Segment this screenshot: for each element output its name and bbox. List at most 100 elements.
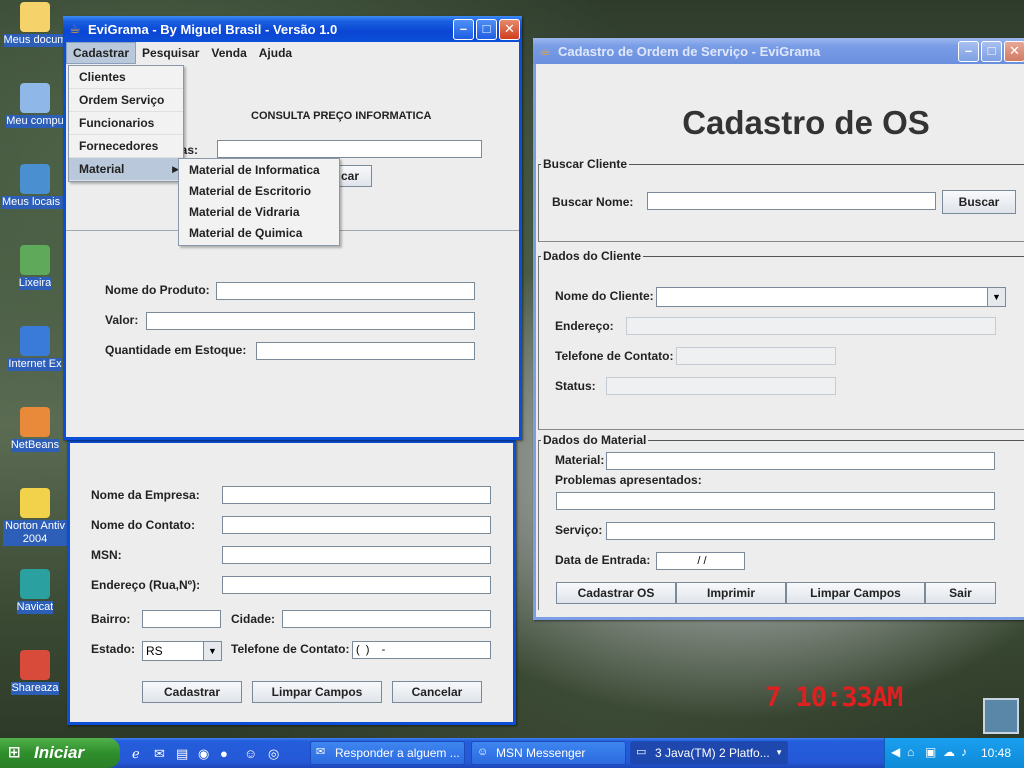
label-endereco: Endereço (Rua,Nº): xyxy=(91,578,201,592)
menu-item-ordem-servico[interactable]: Ordem Serviço xyxy=(69,89,183,112)
desktop-icon[interactable]: Meus locais d xyxy=(2,164,68,212)
buscar-cliente-title: Buscar Cliente xyxy=(541,157,630,171)
tray-speaker-icon[interactable]: ♪ xyxy=(961,745,967,759)
submenu-item-escritorio[interactable]: Material de Escritorio xyxy=(179,181,339,202)
os-window-title: Cadastro de Ordem de Serviço - EviGrama xyxy=(558,43,821,59)
tray-monitor-icon[interactable]: ▣ xyxy=(925,745,936,759)
label-nome-produto: Nome do Produto: xyxy=(105,283,210,297)
menu-pesquisar[interactable]: Pesquisar xyxy=(136,42,205,64)
system-tray: ◀ ⌂ ▣ ☁ ♪ 10:48 xyxy=(884,738,1024,768)
desktop-icon[interactable]: NetBeans xyxy=(2,407,68,455)
valor-input[interactable] xyxy=(146,312,475,330)
desktop-icon[interactable]: Meus docum xyxy=(2,2,68,50)
consulta-header: CONSULTA PREÇO INFORMATICA xyxy=(251,110,432,122)
tray-arrow-icon[interactable]: ◀ xyxy=(891,745,900,759)
cidade-input[interactable] xyxy=(282,610,491,628)
nome-produto-input[interactable] xyxy=(216,282,475,300)
start-button[interactable]: ⊞ Iniciar xyxy=(0,738,120,768)
desktop-icon[interactable]: Shareaza xyxy=(2,650,68,698)
task-responder[interactable]: ✉ Responder a alguem ... xyxy=(310,741,465,765)
nome-cliente-select[interactable]: ▼ xyxy=(656,287,1006,307)
menu-cadastrar[interactable]: Cadastrar xyxy=(66,42,137,64)
maximize-icon[interactable]: □ xyxy=(981,40,1002,62)
msn-input[interactable] xyxy=(222,546,491,564)
material-input[interactable] xyxy=(606,452,995,470)
label-telefone: Telefone de Contato: xyxy=(555,349,674,363)
desktop-app-icon xyxy=(20,650,50,680)
main-titlebar[interactable]: ☕ EviGrama - By Miguel Brasil - Versão 1… xyxy=(63,16,522,42)
maximize-icon[interactable]: □ xyxy=(476,18,497,40)
windows-flag-icon: ⊞ xyxy=(8,744,21,761)
supplier-window: Nome da Empresa: Nome do Contato: MSN: E… xyxy=(67,440,516,725)
label-bairro: Bairro: xyxy=(91,612,131,626)
cancelar-button[interactable]: Cancelar xyxy=(392,681,482,703)
desktop-icon-label: Navicat xyxy=(16,601,54,614)
quicklaunch-app-icon[interactable]: ● xyxy=(220,746,228,761)
endereco-input[interactable] xyxy=(222,576,491,594)
estado-value: RS xyxy=(146,644,163,658)
desktop-icon[interactable]: Internet Ex xyxy=(2,326,68,374)
empresa-input[interactable] xyxy=(222,486,491,504)
desktop-app-icon xyxy=(20,488,50,518)
task-java-group[interactable]: ▭ 3 Java(TM) 2 Platfo... ▼ xyxy=(630,741,788,765)
sair-button[interactable]: Sair xyxy=(925,582,996,604)
chevron-down-icon[interactable]: ▼ xyxy=(203,642,221,660)
wallpaper-clock-text: 7 10:33AM xyxy=(765,682,903,713)
menu-item-funcionarios[interactable]: Funcionarios xyxy=(69,112,183,135)
buscar-button[interactable]: Buscar xyxy=(942,190,1016,214)
chevron-down-icon[interactable]: ▼ xyxy=(987,288,1005,306)
quicklaunch-messenger-icon[interactable]: ☺ xyxy=(244,746,257,761)
desktop-icon[interactable]: Navicat xyxy=(2,569,68,617)
desktop-icon-label: Meu compu xyxy=(6,115,64,128)
label-msn: MSN: xyxy=(91,548,122,562)
problemas-input[interactable] xyxy=(556,492,995,510)
close-icon[interactable]: ✕ xyxy=(499,18,520,40)
task-msn[interactable]: ☺ MSN Messenger xyxy=(471,741,626,765)
quantidade-input[interactable] xyxy=(256,342,475,360)
desktop-app-icon xyxy=(20,407,50,437)
dados-material-title: Dados do Material xyxy=(541,433,649,447)
cadastrar-button[interactable]: Cadastrar xyxy=(142,681,242,703)
quicklaunch-folder-icon[interactable]: ▤ xyxy=(176,746,188,762)
cadastrar-os-button[interactable]: Cadastrar OS xyxy=(556,582,676,604)
tray-clock[interactable]: 10:48 xyxy=(981,746,1011,760)
menu-item-clientes[interactable]: Clientes xyxy=(69,66,183,89)
menu-ajuda[interactable]: Ajuda xyxy=(253,42,298,64)
os-titlebar[interactable]: ☕ Cadastro de Ordem de Serviço - EviGram… xyxy=(533,38,1024,64)
task-java-label: 3 Java(TM) 2 Platfo... xyxy=(655,746,770,760)
limpar-campos-os-button[interactable]: Limpar Campos xyxy=(786,582,925,604)
start-label: Iniciar xyxy=(34,743,85,762)
servico-input[interactable] xyxy=(606,522,995,540)
tray-network-icon[interactable]: ⌂ xyxy=(907,745,914,759)
quicklaunch-ie-icon[interactable]: ℯ xyxy=(132,746,140,762)
java-cup-icon: ☕ xyxy=(539,43,551,58)
imprimir-button[interactable]: Imprimir xyxy=(676,582,786,604)
menu-item-fornecedores[interactable]: Fornecedores xyxy=(69,135,183,158)
desktop-icon[interactable]: Meu compu xyxy=(2,83,68,131)
submenu-item-vidraria[interactable]: Material de Vidraria xyxy=(179,202,339,223)
taskbar: ⊞ Iniciar ℯ ✉ ▤ ◉ ● ☺ ◎ ✉ Responder a al… xyxy=(0,738,1024,768)
quicklaunch-email-icon[interactable]: ✉ xyxy=(154,746,165,762)
desktop-icon[interactable]: Lixeira xyxy=(2,245,68,293)
desktop-app-icon xyxy=(20,83,50,113)
submenu-item-informatica[interactable]: Material de Informatica xyxy=(179,160,339,181)
estado-select[interactable]: RS ▼ xyxy=(142,641,222,661)
search-input[interactable] xyxy=(217,140,482,158)
submenu-item-quimica[interactable]: Material de Quimica xyxy=(179,223,339,244)
quicklaunch-media-icon[interactable]: ◉ xyxy=(198,746,209,762)
tray-cloud-icon[interactable]: ☁ xyxy=(943,745,955,759)
minimize-icon[interactable]: – xyxy=(453,18,474,40)
contato-input[interactable] xyxy=(222,516,491,534)
limpar-campos-button[interactable]: Limpar Campos xyxy=(252,681,382,703)
minimize-icon[interactable]: – xyxy=(958,40,979,62)
label-material: Material: xyxy=(555,453,605,467)
buscar-nome-input[interactable] xyxy=(647,192,936,210)
bairro-input[interactable] xyxy=(142,610,221,628)
menu-item-material[interactable]: Material ▶ xyxy=(69,158,183,181)
desktop-icon[interactable]: Norton Antiv 2004 xyxy=(2,488,68,549)
close-icon[interactable]: ✕ xyxy=(1004,40,1024,62)
data-entrada-input[interactable]: / / xyxy=(656,552,745,570)
menu-venda[interactable]: Venda xyxy=(205,42,252,64)
quicklaunch-globe-icon[interactable]: ◎ xyxy=(268,746,279,762)
telefone-input[interactable]: ( ) - xyxy=(352,641,491,659)
